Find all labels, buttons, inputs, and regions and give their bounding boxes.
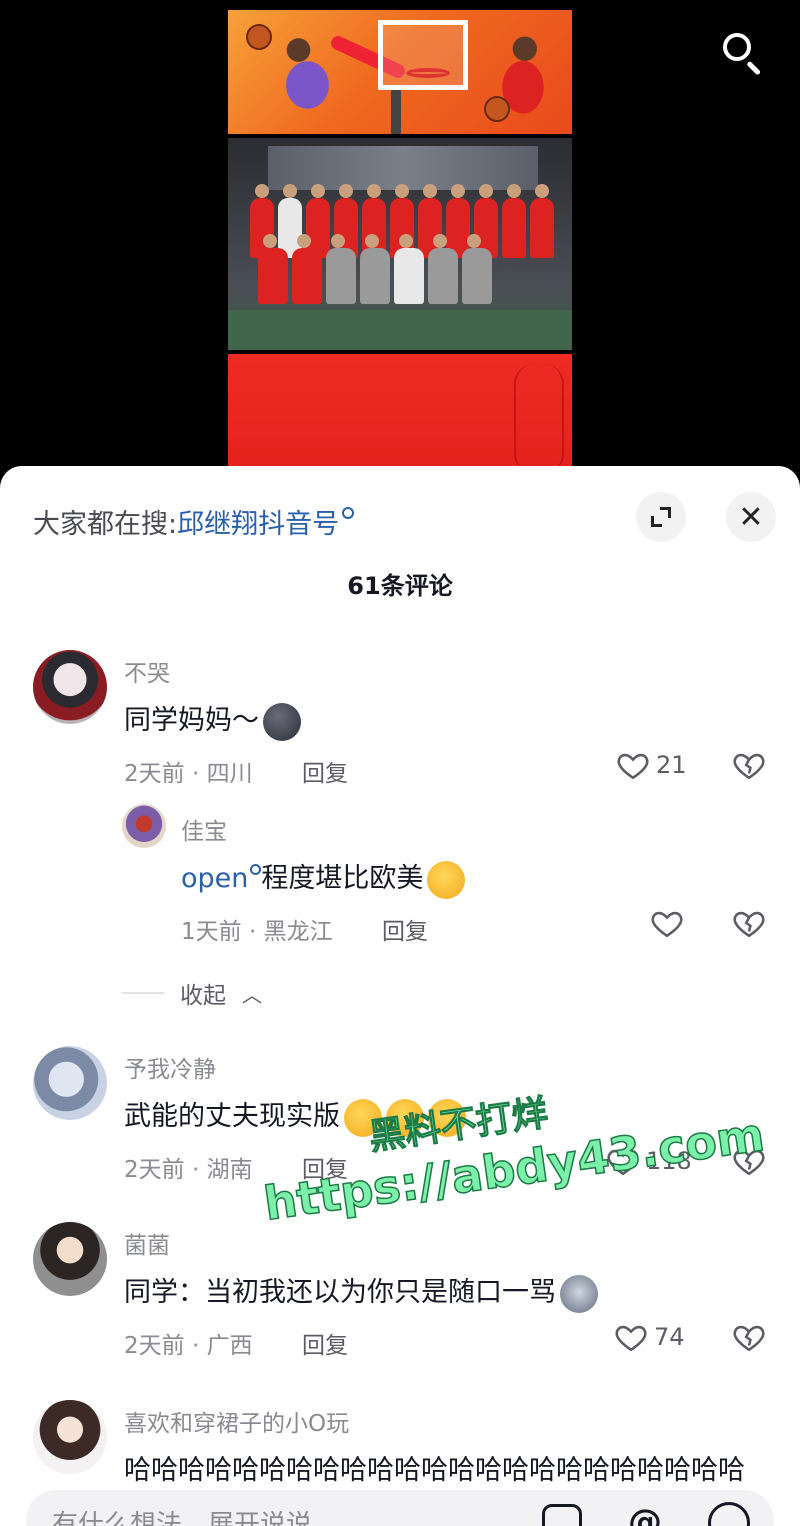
comment-text: open 程度堪比欧美: [181, 856, 466, 899]
expand-button[interactable]: [636, 492, 686, 542]
emoji-icon: [427, 860, 466, 899]
mention-icon[interactable]: @: [624, 1502, 666, 1526]
illustration-pole: [391, 90, 401, 134]
comment-time-location: 2天前 · 四川: [124, 761, 253, 787]
comment-text: 同学妈妈～: [124, 698, 301, 741]
emoji-picker-icon[interactable]: [708, 1502, 750, 1526]
image-icon[interactable]: [542, 1504, 582, 1526]
search-icon: [250, 864, 262, 875]
close-button[interactable]: ✕: [726, 492, 776, 542]
illustration-backboard: [378, 20, 468, 90]
like-button[interactable]: 21: [616, 748, 687, 782]
comment-username[interactable]: 不哭: [124, 654, 170, 688]
broken-heart-icon[interactable]: [732, 748, 766, 782]
search-button[interactable]: [718, 28, 766, 76]
court-floor: [228, 310, 572, 350]
basketball-icon: [246, 24, 272, 50]
chevron-up-icon: ︿: [242, 982, 262, 1007]
like-button[interactable]: 74: [614, 1320, 685, 1354]
avatar[interactable]: [33, 1400, 107, 1474]
comment-text: 同学：当初我还以为你只是随口一骂: [124, 1270, 598, 1313]
avatar[interactable]: [33, 1222, 107, 1296]
comment-sheet: 大家都在搜:邱继翔抖音号 ✕ 61条评论 不哭 同学妈妈～ 2天前 · 四川 回…: [0, 466, 800, 1526]
video-poster: [228, 10, 572, 480]
heart-icon: [615, 1325, 647, 1352]
suggestion-prefix: 大家都在搜:: [33, 509, 178, 540]
comment-input-placeholder: 有什么想法，展开说说: [52, 1510, 313, 1526]
collapse-replies-button[interactable]: 收起 ︿: [122, 976, 262, 1010]
expand-icon: [651, 507, 671, 527]
broken-heart-icon[interactable]: [732, 1320, 766, 1354]
divider: [122, 992, 164, 994]
team-photo: [228, 138, 572, 350]
comment-count-title: 61条评论: [347, 572, 453, 600]
broken-heart-icon[interactable]: [732, 906, 766, 940]
heart-icon: [617, 753, 649, 780]
comment-time-location: 2天前 · 湖南: [124, 1157, 253, 1183]
hashtag-link[interactable]: open: [181, 863, 262, 894]
close-icon: ✕: [738, 499, 764, 535]
emoji-icon: [560, 1274, 598, 1313]
avatar[interactable]: [33, 650, 107, 724]
reply-button[interactable]: 回复: [302, 1326, 348, 1360]
search-icon: [342, 507, 355, 519]
reply-button[interactable]: 回复: [302, 754, 348, 788]
footer-player-sketch: [514, 364, 564, 474]
comment-username[interactable]: 佳宝: [181, 812, 227, 846]
search-icon: [723, 33, 751, 61]
poster-basketball-illustration: [228, 10, 572, 134]
comment-username[interactable]: 菌菌: [124, 1226, 170, 1260]
poster-red-footer: [228, 354, 572, 480]
illustration-rim: [406, 68, 450, 78]
suggestion-keyword[interactable]: 邱继翔抖音号: [177, 509, 339, 540]
emoji-icon: [263, 702, 301, 741]
avatar[interactable]: [122, 804, 166, 848]
comment-time-location: 2天前 · 广西: [124, 1333, 253, 1359]
like-count: 74: [654, 1323, 685, 1351]
comment-text: 哈哈哈哈哈哈哈哈哈哈哈哈哈哈哈哈哈哈哈哈哈哈哈: [124, 1455, 745, 1486]
comment-input[interactable]: 有什么想法，展开说说 @: [26, 1490, 774, 1526]
like-button[interactable]: [650, 906, 684, 940]
comment-username[interactable]: 喜欢和穿裙子的小O玩: [124, 1404, 349, 1438]
video-player[interactable]: [0, 0, 800, 480]
reply-button[interactable]: 回复: [382, 912, 428, 946]
like-count: 21: [656, 751, 687, 779]
heart-icon: [651, 911, 683, 938]
comment-time-location: 1天前 · 黑龙江: [181, 919, 333, 945]
search-suggestion[interactable]: 大家都在搜:邱继翔抖音号: [33, 502, 355, 541]
comment-username[interactable]: 予我冷静: [124, 1050, 216, 1084]
avatar[interactable]: [33, 1046, 107, 1120]
basketball-icon: [484, 96, 510, 122]
team-front-row: [258, 234, 492, 304]
